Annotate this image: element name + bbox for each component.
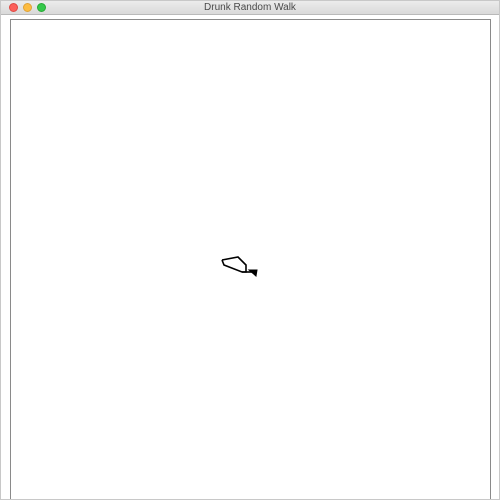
window-title: Drunk Random Walk (204, 2, 296, 13)
drawing-area[interactable] (10, 19, 491, 499)
random-walk-canvas[interactable] (11, 20, 490, 499)
app-window: Drunk Random Walk (0, 0, 500, 500)
canvas-background (11, 20, 490, 499)
title-bar[interactable]: Drunk Random Walk (1, 1, 499, 15)
